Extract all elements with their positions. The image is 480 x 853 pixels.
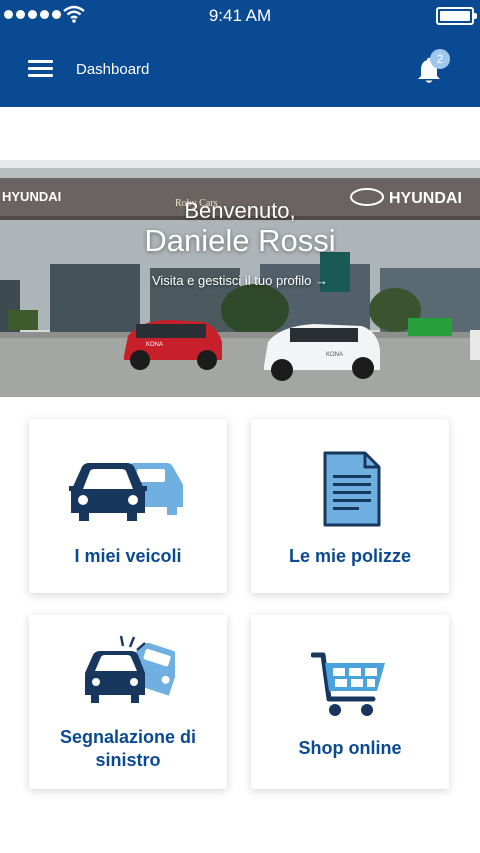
tile-label: Shop online [298,738,402,758]
status-bar: 9:41 AM [0,0,480,30]
user-name: Daniele Rossi [144,223,336,258]
app-header: 9:41 AM Dashboard 2 [0,0,480,107]
tile-label: I miei veicoli [74,546,182,566]
tile-label: Le mie polizze [288,546,412,566]
battery-icon [436,7,477,25]
profile-link-label: Visita e gestisci il tuo profilo [151,273,312,288]
document-icon [323,451,381,527]
page-title: Dashboard [76,61,150,78]
tile-label: Segnalazione di sinistro [59,727,197,770]
welcome-text: Benvenuto, Daniele Rossi Visita e gestis… [0,160,480,397]
tile-my-policies[interactable]: Le mie polizze [251,419,449,593]
car-crash-icon [85,635,175,703]
tile-shop-online[interactable]: Shop online [251,615,449,789]
status-time: 9:41 AM [208,6,272,25]
shopping-cart-icon [311,652,385,716]
cars-icon [69,463,183,521]
welcome-label: Benvenuto, [184,198,296,223]
tile-my-vehicles[interactable]: I miei veicoli [29,419,227,593]
welcome-banner: HYUNDAI HYUNDAI Roby Cars KONA KONA Benv… [0,160,480,397]
notification-badge[interactable]: 2 [430,49,450,69]
profile-link[interactable]: Visita e gestisci il tuo profilo → [0,273,480,288]
hamburger-menu-icon[interactable] [28,60,53,78]
arrow-right-icon: → [315,273,329,288]
tile-report-claim[interactable]: Segnalazione di sinistro [29,615,227,789]
